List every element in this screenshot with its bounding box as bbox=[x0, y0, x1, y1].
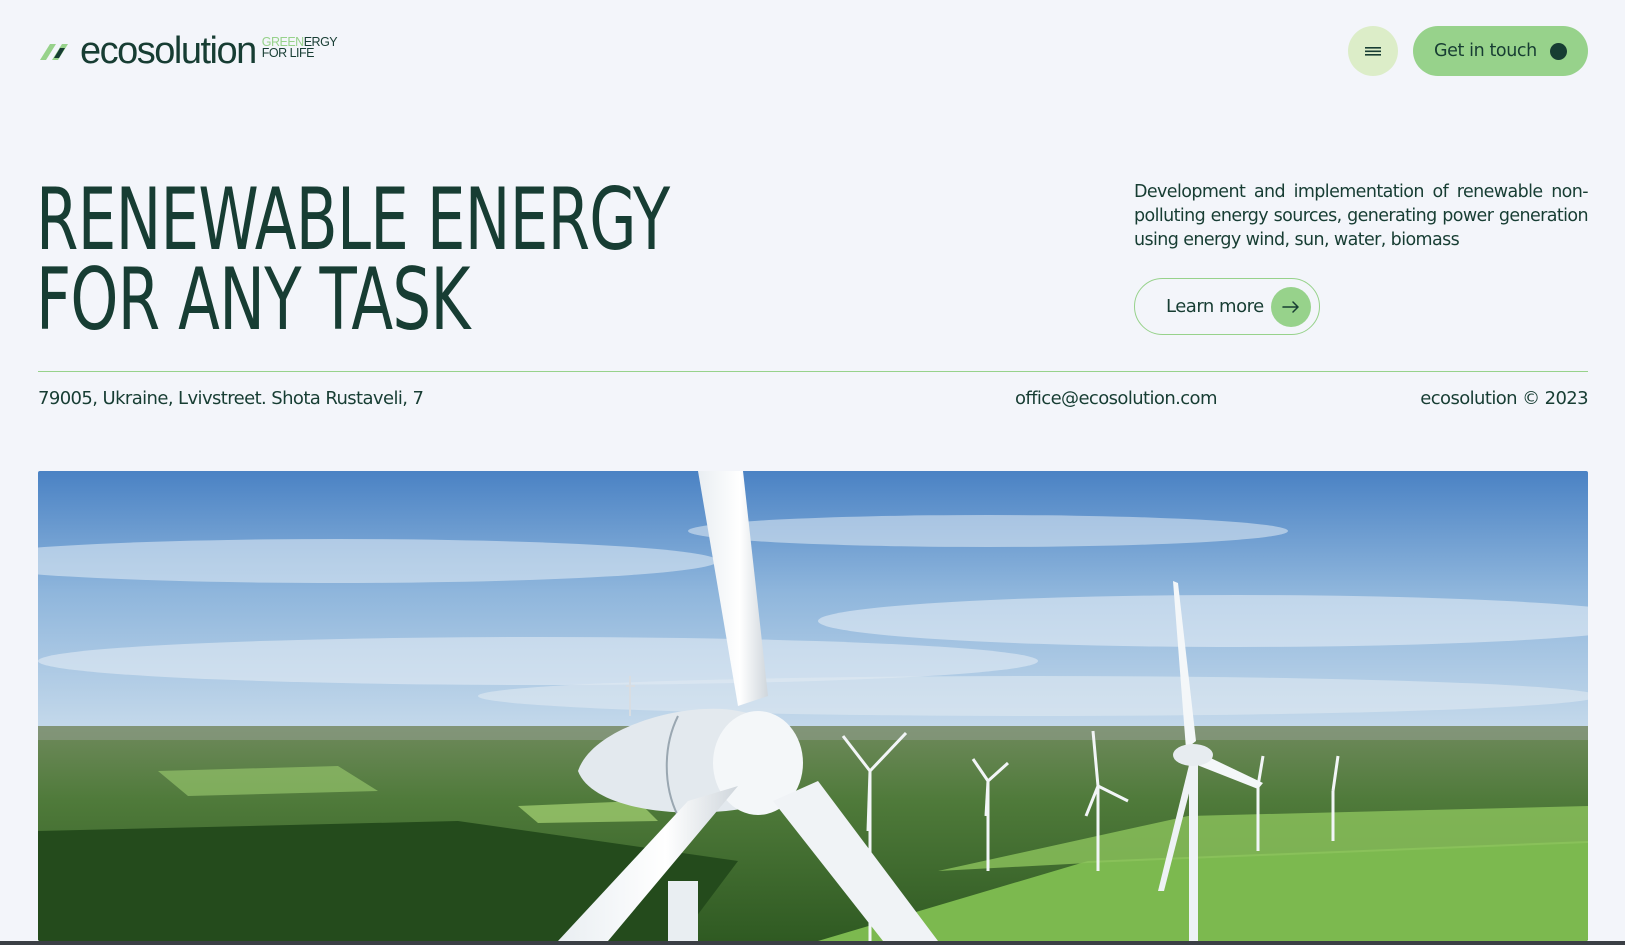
menu-button[interactable] bbox=[1348, 26, 1398, 76]
hamburger-icon bbox=[1365, 47, 1381, 56]
hero-image-wind-turbines bbox=[38, 471, 1588, 941]
logo-mark-icon bbox=[40, 44, 68, 60]
arrow-right-icon bbox=[1271, 287, 1311, 327]
learn-more-button[interactable]: Learn more bbox=[1134, 278, 1320, 335]
logo[interactable]: ecosolution GREENERGY FOR LIFE bbox=[38, 30, 338, 72]
hero-title: RENEWABLE ENERGY FOR ANY TASK bbox=[36, 170, 670, 350]
logo-tagline-line2: FOR LIFE bbox=[261, 46, 315, 60]
window-bottom-edge bbox=[0, 941, 1625, 945]
divider bbox=[38, 371, 1588, 372]
address-text: 79005, Ukraine, Lvivstreet. Shota Rustav… bbox=[38, 388, 424, 409]
email-link[interactable]: office@ecosolution.com bbox=[1015, 388, 1217, 409]
copyright-text: ecosolution © 2023 bbox=[1420, 388, 1588, 409]
get-in-touch-label: Get in touch bbox=[1434, 41, 1537, 61]
logo-tagline: GREENERGY FOR LIFE bbox=[261, 36, 338, 60]
hero-title-line2: FOR ANY TASK bbox=[36, 250, 470, 350]
hero-description: Development and implementation of renewa… bbox=[1134, 182, 1589, 250]
contact-info-row: 79005, Ukraine, Lvivstreet. Shota Rustav… bbox=[38, 388, 1589, 412]
site-header: ecosolution GREENERGY FOR LIFE Get in to… bbox=[38, 24, 1588, 76]
get-in-touch-button[interactable]: Get in touch bbox=[1413, 26, 1588, 76]
learn-more-label: Learn more bbox=[1166, 296, 1264, 317]
logo-wordmark: ecosolution bbox=[80, 30, 257, 72]
dot-icon bbox=[1550, 43, 1567, 60]
hero-title-line1: RENEWABLE ENERGY bbox=[36, 170, 670, 270]
